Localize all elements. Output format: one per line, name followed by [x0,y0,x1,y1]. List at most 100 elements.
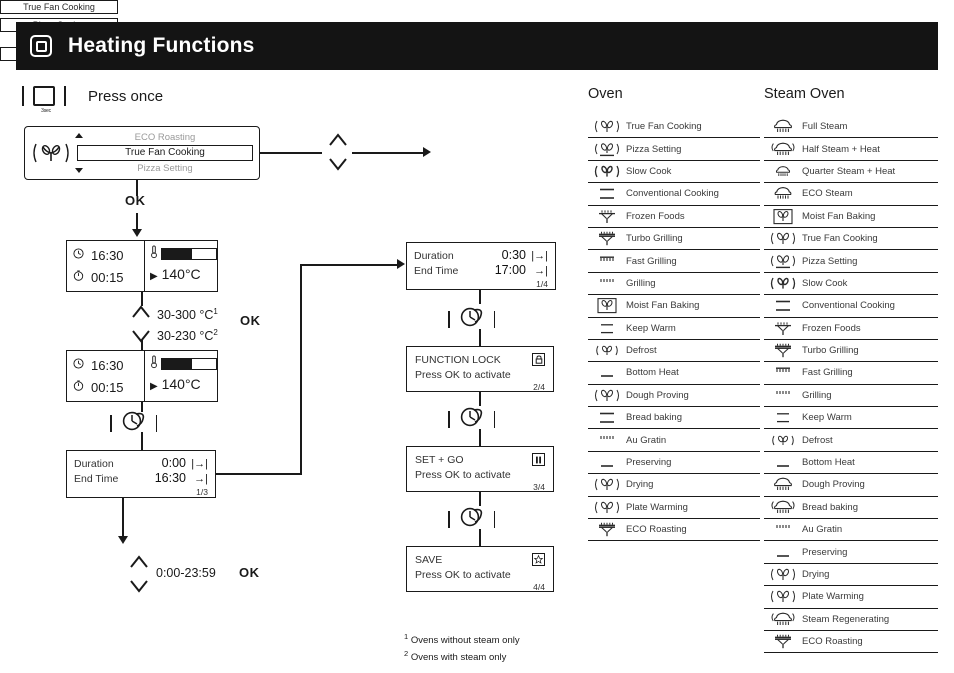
option-selected[interactable]: True Fan Cooking [77,145,253,161]
menu-row[interactable]: True Fan Cooking [0,0,118,14]
function-name: Moist Fan Baking [802,210,876,222]
press-once-label: Press once [88,87,164,105]
function-row[interactable]: Conventional Cooking [764,295,938,318]
option-below[interactable]: Pizza Setting [77,162,253,175]
temperature-bar-1 [161,248,217,260]
function-row[interactable]: ECO Roasting [764,631,938,654]
function-lock-display: FUNCTION LOCK Press OK to activate 2/4 [406,346,554,392]
function-row[interactable]: Drying [764,564,938,587]
function-row[interactable]: True Fan Cooking [588,116,760,139]
function-row[interactable]: Moist Fan Baking [588,295,760,318]
clock-row-1: 16:30 [73,244,144,266]
divider-right [64,86,66,106]
endtime-value-1: 16:30 [154,471,186,485]
fan-parens-icon [764,566,802,583]
footnote-1-text: Ovens without steam only [410,635,520,647]
function-row[interactable]: Keep Warm [764,407,938,430]
function-row[interactable]: Fast Grilling [588,250,760,273]
function-name: Dough Proving [802,479,865,491]
arrow-to-duration2 [397,259,405,269]
half-steam-icon [764,499,802,516]
function-row[interactable]: Au Gratin [764,519,938,542]
oven-function-column: Oven True Fan Cooking Pizza Setting Slow… [588,86,760,542]
fan-parens-icon [588,118,626,135]
oven-button-icon[interactable]: 3sec [33,86,55,114]
function-row[interactable]: Dough Proving [588,385,760,408]
footnote-2: 2 Ovens with steam only [404,647,520,664]
set-and-go-display: SET + GO Press OK to activate 3/4 [406,446,554,492]
function-name: ECO Roasting [626,524,687,536]
function-row[interactable]: Dough Proving [764,474,938,497]
duration-arrow-icon: |→| [191,458,208,470]
function-row[interactable]: Frozen Foods [764,318,938,340]
moist-fan-baking-icon [764,208,802,225]
function-name: Pizza Setting [626,143,682,155]
function-row[interactable]: Au Gratin [588,429,760,452]
oven-function-list: True Fan Cooking Pizza Setting Slow Cook… [588,116,760,542]
function-row[interactable]: Grilling [764,385,938,408]
function-row[interactable]: Drying [588,474,760,497]
button-hold-label: 3sec [41,108,51,114]
function-row[interactable]: Keep Warm [588,318,760,340]
function-row[interactable]: Bread baking [764,497,938,520]
function-row[interactable]: Turbo Grilling [764,340,938,363]
function-lock-title: FUNCTION LOCK [415,353,501,366]
function-row[interactable]: Bottom Heat [588,362,760,385]
star-icon [532,553,545,566]
function-row[interactable]: Moist Fan Baking [764,206,938,228]
clock-row-2: 16:30 [73,354,144,376]
divider [493,311,496,328]
timer-options-icon-3[interactable] [448,506,496,533]
function-row[interactable]: Plate Warming [764,586,938,609]
function-name: Grilling [802,389,832,401]
function-row[interactable]: Preserving [588,452,760,475]
timer-options-icon-2[interactable] [448,406,496,433]
connector-timer-save [479,529,482,546]
divider [493,511,496,528]
grill-icon [588,432,626,449]
footnote-2-sup: 2 [404,649,409,659]
time-column-1: 16:30 00:15 [67,241,145,291]
function-row[interactable]: True Fan Cooking [764,228,938,251]
function-row[interactable]: Pizza Setting [764,250,938,273]
scroll-down-arrow-icon[interactable] [75,168,83,173]
function-selector-panel[interactable]: ECO Roasting True Fan Cooking Pizza Sett… [24,126,260,180]
footnote-1: 1 Ovens without steam only [404,630,520,647]
function-row[interactable]: Bread baking [588,407,760,430]
function-row[interactable]: Half Steam + Heat [764,138,938,161]
function-row[interactable]: Preserving [764,541,938,564]
function-row[interactable]: ECO Steam [764,183,938,206]
set-and-go-title: SET + GO [415,453,464,466]
connector-dur1-right [216,473,302,476]
function-row[interactable]: Pizza Setting [588,138,760,161]
function-row[interactable]: Grilling [588,273,760,296]
function-row[interactable]: Slow Cook [764,273,938,296]
function-row[interactable]: Steam Regenerating [764,609,938,631]
ok-label-selector: OK [125,193,146,208]
set-and-go-title-row: SET + GO [415,453,545,466]
function-row[interactable]: Frozen Foods [588,206,760,228]
function-row[interactable]: Full Steam [764,116,938,139]
function-row[interactable]: Plate Warming [588,497,760,520]
fan-parens-icon [764,588,802,605]
divider [155,415,158,432]
function-row[interactable]: ECO Roasting [588,519,760,542]
function-row[interactable]: Turbo Grilling [588,228,760,251]
steam-oven-column-title: Steam Oven [764,86,845,102]
function-name: Pizza Setting [802,255,858,267]
timer-value-1: 00:15 [91,269,124,285]
function-row[interactable]: Fast Grilling [764,362,938,385]
function-row[interactable]: Defrost [764,429,938,452]
timer-options-icon-left[interactable] [110,410,158,437]
timer-options-icon-1[interactable] [448,306,496,333]
function-name: Turbo Grilling [802,345,859,357]
function-name: Slow Cook [626,165,672,177]
function-row[interactable]: Conventional Cooking [588,183,760,206]
function-row[interactable]: Quarter Steam + Heat [764,161,938,184]
scroll-up-arrow-icon[interactable] [75,133,83,138]
function-row[interactable]: Defrost [588,340,760,363]
function-row[interactable]: Slow Cook [588,161,760,184]
option-above[interactable]: ECO Roasting [77,131,253,144]
function-row[interactable]: Bottom Heat [764,452,938,475]
divider [448,411,450,428]
